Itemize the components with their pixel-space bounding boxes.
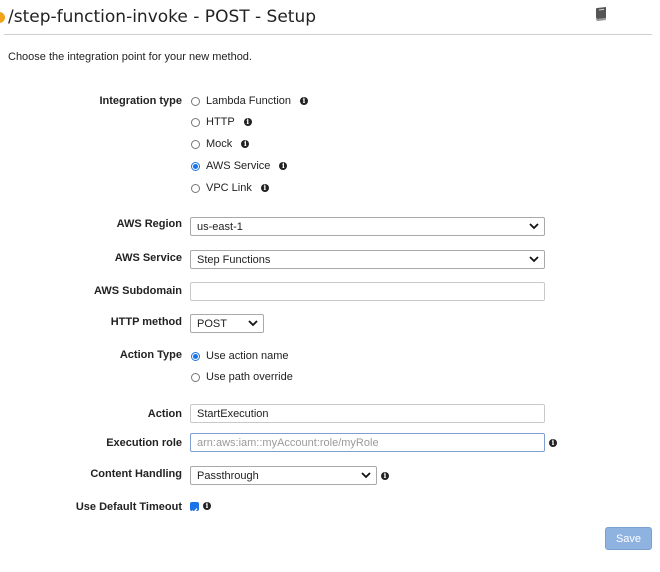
http-method-label: HTTP method (110, 316, 182, 328)
info-icon[interactable]: i (381, 472, 389, 480)
execution-role-input[interactable]: arn:aws:iam::myAccount:role/myRole (190, 433, 545, 452)
radio-mock[interactable]: Mock i (191, 138, 250, 150)
radio-vpc-link[interactable]: VPC Link i (191, 182, 269, 194)
radio-use-path-override[interactable]: Use path override (191, 371, 293, 383)
select-value: Step Functions (197, 253, 271, 266)
header-divider (4, 34, 652, 35)
info-icon[interactable]: i (279, 162, 288, 170)
radio-button[interactable] (191, 372, 200, 382)
select-value: POST (197, 317, 227, 330)
info-icon[interactable]: i (241, 140, 250, 148)
radio-button[interactable] (191, 183, 200, 193)
chevron-down-icon (361, 472, 371, 479)
radio-button[interactable] (191, 161, 200, 171)
radio-label: Lambda Function (206, 95, 291, 107)
execution-role-label: Execution role (106, 437, 182, 449)
info-icon[interactable]: i (243, 118, 252, 126)
aws-subdomain-input[interactable] (190, 282, 545, 301)
aws-subdomain-label: AWS Subdomain (94, 285, 182, 297)
aws-service-label: AWS Service (114, 252, 182, 264)
aws-service-select[interactable]: Step Functions (190, 250, 545, 269)
chevron-down-icon (529, 256, 539, 263)
radio-label: AWS Service (206, 160, 271, 172)
info-icon[interactable]: i (549, 439, 557, 447)
save-button[interactable]: Save (605, 527, 652, 550)
radio-label: Use path override (206, 371, 293, 383)
action-type-label: Action Type (119, 349, 182, 361)
radio-use-action-name[interactable]: Use action name (191, 350, 289, 362)
select-value: us-east-1 (197, 220, 243, 233)
content-handling-select[interactable]: Passthrough (190, 466, 377, 485)
info-icon[interactable]: i (300, 97, 308, 105)
radio-button[interactable] (191, 117, 200, 127)
radio-lambda-function[interactable]: Lambda Function i (191, 95, 308, 107)
radio-button[interactable] (191, 139, 200, 149)
chevron-down-icon (248, 320, 258, 327)
page-title: /step-function-invoke - POST - Setup (8, 7, 317, 27)
integration-type-label: Integration type (99, 95, 182, 107)
radio-aws-service[interactable]: AWS Service i (191, 160, 288, 172)
info-icon[interactable]: i (203, 502, 211, 510)
radio-button[interactable] (191, 351, 200, 361)
radio-http[interactable]: HTTP i (191, 116, 252, 128)
resource-icon (0, 12, 5, 23)
aws-region-select[interactable]: us-east-1 (190, 217, 545, 236)
chevron-down-icon (529, 223, 539, 230)
info-icon[interactable]: i (260, 184, 269, 192)
book-icon[interactable] (594, 6, 609, 22)
select-value: Passthrough (197, 469, 259, 482)
radio-label: Use action name (206, 350, 289, 362)
radio-label: HTTP (206, 116, 235, 128)
radio-button[interactable] (191, 96, 200, 106)
checkmark-icon (191, 508, 198, 514)
default-timeout-checkbox[interactable] (190, 502, 199, 514)
aws-region-label: AWS Region (116, 218, 182, 230)
http-method-select[interactable]: POST (190, 314, 264, 333)
radio-label: Mock (206, 138, 233, 150)
default-timeout-label: Use Default Timeout (75, 501, 182, 513)
content-handling-label: Content Handling (90, 468, 182, 480)
action-input[interactable]: StartExecution (190, 404, 545, 423)
radio-label: VPC Link (206, 182, 252, 194)
action-label: Action (147, 408, 182, 420)
intro-text: Choose the integration point for your ne… (8, 51, 252, 63)
